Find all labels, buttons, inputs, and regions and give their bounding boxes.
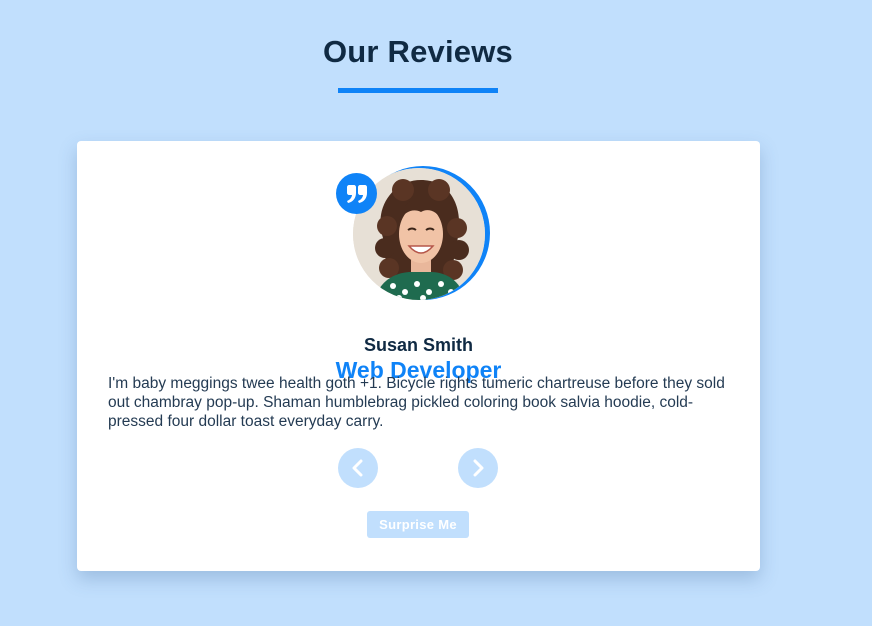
avatar-container — [336, 166, 490, 300]
author-name: Susan Smith — [363, 334, 474, 355]
quote-right-icon — [336, 173, 377, 214]
page-title: Our Reviews — [322, 34, 513, 69]
title-underline — [338, 88, 498, 93]
review-card: Susan Smith Web Developer I'm baby meggi… — [77, 141, 760, 571]
chevron-right-icon — [473, 459, 484, 477]
review-text: I'm baby meggings twee health goth +1. B… — [108, 375, 725, 430]
chevron-left-icon — [352, 459, 363, 477]
prev-button[interactable] — [338, 448, 378, 488]
next-button[interactable] — [458, 448, 498, 488]
reviews-page: Our Reviews Susan Smith Web Developer I'… — [0, 0, 872, 626]
surprise-me-button[interactable]: Surprise Me — [367, 511, 469, 538]
